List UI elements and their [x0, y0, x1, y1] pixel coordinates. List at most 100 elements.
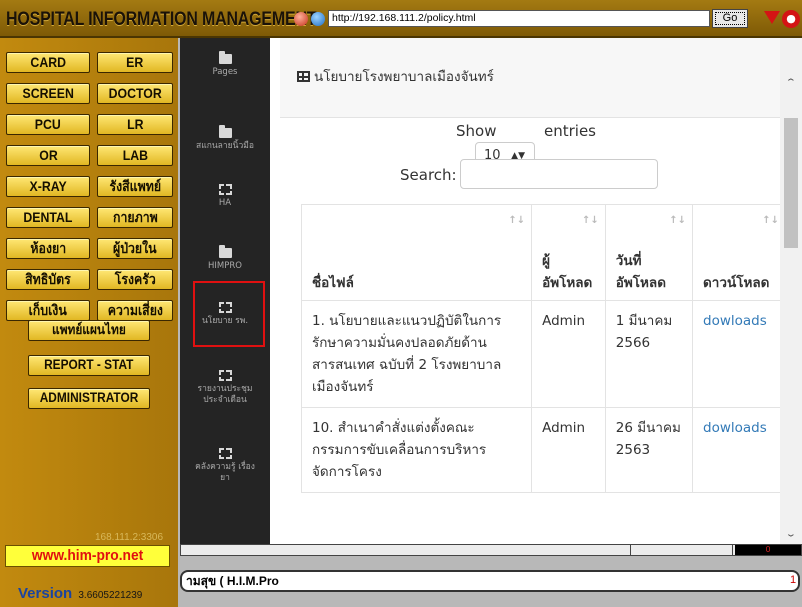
- sidebar-item-pages[interactable]: Pages: [180, 51, 270, 78]
- administrator-button[interactable]: ADMINISTRATOR: [28, 388, 150, 409]
- column-header-uploader[interactable]: ผู้อัพโหลด ↑↓: [531, 204, 606, 301]
- scroll-up-icon[interactable]: ⌃: [785, 77, 797, 87]
- column-header-filename[interactable]: ชื่อไฟล์ ↑↓: [300, 204, 533, 301]
- scroll-down-icon[interactable]: ⌄: [785, 529, 797, 539]
- column-header-download[interactable]: ดาวน์โหลด ↑↓: [692, 204, 786, 301]
- inpatient-label: ผู้ป่วยใน: [113, 240, 157, 256]
- version-info: Version 3.6605221239: [18, 585, 142, 602]
- billing-label: เก็บเงิน: [28, 302, 68, 318]
- show-label: Show: [456, 122, 497, 140]
- sidebar-item-label: HIMPRO: [208, 261, 242, 271]
- table-row: 10. สำเนาคำสั่งแต่งตั้งคณะกรรมการขับเคลื…: [300, 407, 786, 493]
- folder-icon: [218, 51, 232, 64]
- folder-icon: [218, 125, 232, 138]
- dropdown-arrow-icon[interactable]: [764, 11, 780, 24]
- pharmacy-label: ห้องยา: [30, 240, 66, 256]
- pcu-label: PCU: [34, 116, 62, 132]
- cell-uploader: Admin: [531, 407, 606, 493]
- table-icon: [297, 71, 310, 82]
- column-header-date[interactable]: วันที่อัพโหลด ↑↓: [604, 204, 694, 301]
- er-button[interactable]: ER: [97, 52, 173, 73]
- cell-date: 26 มีนาคม 2563: [604, 407, 694, 493]
- sidebar-item-meeting-report[interactable]: รายงานประชุม ประจำเดือน: [180, 370, 270, 406]
- pcu-button[interactable]: PCU: [6, 114, 90, 135]
- rights-button[interactable]: สิทธิบัตร: [6, 269, 90, 290]
- page-title: นโยบายโรงพยาบาลเมืองจันทร์: [297, 65, 494, 87]
- cell-filename: 1. นโยบายและแนวปฏิบัติในการรักษาความมั่น…: [300, 300, 533, 408]
- risk-label: ความเสี่ยง: [107, 302, 163, 318]
- column-header-label: ดาวน์โหลด: [703, 275, 770, 291]
- report-stat-button[interactable]: REPORT - STAT: [28, 355, 150, 376]
- xray-button[interactable]: X-RAY: [6, 176, 90, 197]
- download-link[interactable]: dowloads: [703, 420, 767, 436]
- card-button[interactable]: CARD: [6, 52, 90, 73]
- search-label: Search:: [400, 166, 457, 184]
- xray-label: X-RAY: [29, 178, 67, 194]
- cell-uploader: Admin: [531, 300, 606, 408]
- card-header: นโยบายโรงพยาบาลเมืองจันทร์: [280, 38, 780, 118]
- selection-highlight: [193, 281, 265, 347]
- cell-download: dowloads: [692, 300, 786, 408]
- scroll-value: 0: [735, 545, 801, 555]
- table-row: 1. นโยบายและแนวปฏิบัติในการรักษาความมั่น…: [300, 300, 786, 408]
- him-pro-link[interactable]: www.him-pro.net: [5, 545, 170, 567]
- sort-icon: ↑↓: [669, 215, 687, 226]
- download-link[interactable]: dowloads: [703, 313, 767, 329]
- scroll-segment: [633, 545, 733, 555]
- sort-icon: ↑↓: [582, 215, 599, 226]
- cell-date: 1 มีนาคม 2566: [604, 300, 694, 408]
- table-icon: [218, 448, 232, 459]
- billing-button[interactable]: เก็บเงิน: [6, 300, 90, 321]
- dental-button[interactable]: DENTAL: [6, 207, 90, 228]
- scroll-segment: [191, 545, 631, 555]
- forward-icon[interactable]: [311, 12, 325, 26]
- scrollbar-thumb[interactable]: [784, 118, 798, 248]
- column-header-label: วันที่อัพโหลด: [615, 253, 666, 291]
- table-icon: [218, 370, 232, 381]
- radiology-label: รังสีแพทย์: [109, 178, 161, 194]
- card-label: CARD: [30, 54, 66, 70]
- sort-icon: ↑↓: [508, 215, 526, 226]
- search-input[interactable]: [460, 159, 658, 189]
- risk-button[interactable]: ความเสี่ยง: [97, 300, 173, 321]
- sidebar-item-label: Pages: [212, 67, 238, 77]
- close-circle-icon[interactable]: ●: [782, 10, 800, 28]
- radiology-button[interactable]: รังสีแพทย์: [97, 176, 173, 197]
- vertical-scrollbar[interactable]: ⌃ ⌄: [780, 38, 802, 544]
- url-input[interactable]: http://192.168.111.2/policy.html: [328, 10, 710, 27]
- sidebar-item-himpro[interactable]: HIMPRO: [180, 245, 270, 272]
- sidebar-item-label: HA: [218, 198, 232, 208]
- lr-label: LR: [126, 116, 144, 132]
- go-button[interactable]: Go: [712, 9, 748, 28]
- lab-label: LAB: [122, 147, 148, 163]
- server-address: 168.111.2:3306: [95, 532, 164, 543]
- sidebar-item-drug-knowledge[interactable]: คลังความรู้ เรื่องยา: [180, 448, 270, 484]
- lr-button[interactable]: LR: [97, 114, 173, 135]
- back-icon[interactable]: [294, 12, 308, 26]
- column-header-label: ชื่อไฟล์: [312, 275, 354, 291]
- cell-filename: 10. สำเนาคำสั่งแต่งตั้งคณะกรรมการขับเคลื…: [300, 407, 533, 493]
- physio-button[interactable]: กายภาพ: [97, 207, 173, 228]
- lab-button[interactable]: LAB: [97, 145, 173, 166]
- rights-label: สิทธิบัตร: [25, 271, 71, 287]
- report-stat-label: REPORT - STAT: [44, 357, 134, 372]
- sidebar-item-label: รายงานประชุม ประจำเดือน: [197, 384, 253, 405]
- kitchen-label: โรงครัว: [114, 271, 156, 287]
- sidebar-item-fingerprint[interactable]: สแกนลายนิ้วมือ: [180, 125, 270, 152]
- inpatient-button[interactable]: ผู้ป่วยใน: [97, 238, 173, 259]
- horizontal-scrollbar[interactable]: 0: [180, 544, 802, 556]
- sidebar-item-label: คลังความรู้ เรื่องยา: [195, 462, 255, 483]
- policy-table: ชื่อไฟล์ ↑↓ ผู้อัพโหลด ↑↓ วันที่อัพโหลด ↑↓ …: [300, 204, 786, 493]
- pharmacy-button[interactable]: ห้องยา: [6, 238, 90, 259]
- app-title: HOSPITAL INFORMATION MANAGEMENT: [6, 9, 317, 30]
- screen-label: SCREEN: [22, 85, 74, 101]
- cell-download: dowloads: [692, 407, 786, 493]
- browser-viewport: Pages สแกนลายนิ้วมือ HA HIMPRO นโยบาย รพ…: [180, 38, 802, 544]
- kitchen-button[interactable]: โรงครัว: [97, 269, 173, 290]
- table-icon: [218, 184, 232, 195]
- sidebar-item-ha[interactable]: HA: [180, 184, 270, 209]
- doctor-button[interactable]: DOCTOR: [97, 83, 173, 104]
- thai-medicine-button[interactable]: แพทย์แผนไทย: [28, 320, 150, 341]
- screen-button[interactable]: SCREEN: [6, 83, 90, 104]
- or-button[interactable]: OR: [6, 145, 90, 166]
